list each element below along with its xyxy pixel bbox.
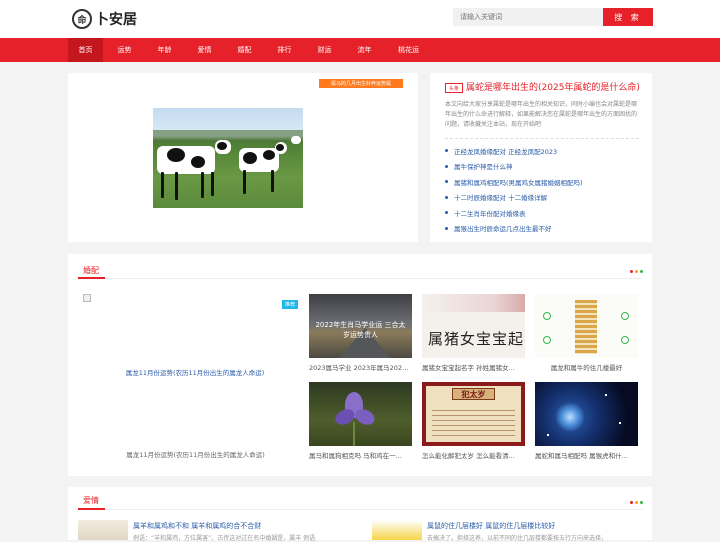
- site-header: 命 卜安居 搜 索: [0, 0, 720, 38]
- section-underline: [78, 508, 105, 510]
- feature-caption[interactable]: 属龙11月份运势(农历11月份出生的属龙人命运): [83, 449, 308, 459]
- list-item[interactable]: 十二生肖年份配对婚缘表: [445, 205, 645, 221]
- nav-item-age[interactable]: 年龄: [147, 38, 182, 62]
- thumb-image[interactable]: 犯太岁: [422, 382, 525, 446]
- headline-tag: 头条: [445, 83, 463, 93]
- section-title[interactable]: 婚配: [83, 265, 99, 276]
- main-nav: 首页 运势 年龄 爱情 婚配 排行 财运 流年 桃花运: [0, 38, 720, 62]
- divider: [105, 509, 642, 510]
- thumb-image[interactable]: [309, 382, 412, 446]
- recommend-badge: 推荐: [282, 300, 298, 309]
- thumb-caption[interactable]: 属蛇和属马相配吗 属猴虎和什...: [535, 450, 638, 460]
- thumb-image[interactable]: [535, 382, 638, 446]
- thumb-image[interactable]: 属猪女宝宝起名字: [422, 294, 525, 358]
- brand-name: 卜安居: [95, 12, 137, 28]
- list-title[interactable]: 属鼠的住几层楼好 属鼠的住几层楼比较好: [427, 521, 555, 531]
- section-dots-icon: [630, 270, 643, 273]
- nav-item-wealth[interactable]: 财运: [307, 38, 342, 62]
- section-title[interactable]: 爱情: [83, 495, 99, 506]
- thumb-caption[interactable]: 2023属马学业 2023年属马2023...: [309, 362, 412, 372]
- list-thumb[interactable]: [372, 520, 422, 540]
- divider: [445, 138, 639, 139]
- section-underline: [78, 277, 105, 279]
- list-item[interactable]: 属猴出生时辰命运几点出生最不好: [445, 221, 645, 237]
- nav-item-love[interactable]: 爱情: [187, 38, 222, 62]
- headline-desc: 本文向给大家分享属蛇是哪年出生的相关知识，同时小编也会对属蛇是哪年出生的什么命进…: [445, 101, 637, 128]
- search-button[interactable]: 搜 索: [603, 8, 653, 26]
- hero-tag[interactable]: 属马的几月出生好养运势属: [319, 79, 403, 88]
- thumb-overlay-text: 犯太岁: [452, 388, 495, 400]
- list-item[interactable]: 属猪和属鸡相配吗(男属鸡女属猪婚姻相配吗): [445, 174, 645, 190]
- nav-item-yearly[interactable]: 流年: [347, 38, 382, 62]
- thumb-caption[interactable]: 属猪女宝宝起名字 孙姓属猪女...: [422, 362, 525, 372]
- thumb-image[interactable]: [535, 294, 638, 358]
- thumb-caption[interactable]: 怎么能化解犯太岁 怎么能看清...: [422, 450, 525, 460]
- list-item[interactable]: 正经龙凤婚缘配对 正经龙凤配2023: [445, 143, 645, 159]
- nav-item-peach[interactable]: 桃花运: [391, 38, 426, 62]
- headline-title[interactable]: 属蛇是哪年出生的(2025年属蛇的是什么命): [466, 80, 650, 93]
- broken-image-icon[interactable]: [83, 294, 91, 302]
- search-input[interactable]: [453, 8, 603, 26]
- logo-icon: 命: [72, 9, 92, 29]
- list-desc: 例语：“羊和属鸡，方位属害”。古传这对过在名中婚姻是，属羊 例语: [133, 535, 316, 542]
- nav-item-home[interactable]: 首页: [68, 38, 103, 62]
- list-item[interactable]: 属牛保护神是什么神: [445, 159, 645, 175]
- thumb-caption[interactable]: 属马和属狗相克吗 马和鸡在一...: [309, 450, 412, 460]
- list-title[interactable]: 属羊和属鸡和不和 属羊和属鸡的合不合财: [133, 521, 261, 531]
- nav-item-ranking[interactable]: 排行: [267, 38, 302, 62]
- thumb-overlay-text: 2022年生肖马学业运 三合太岁运势贵人: [315, 321, 406, 339]
- nav-item-match[interactable]: 婚配: [227, 38, 262, 62]
- site-logo[interactable]: 命 卜安居: [72, 8, 142, 30]
- list-desc: 去搞决了。担择这养，以前不同的住几层楼都要按五行方向来选择，: [427, 535, 608, 542]
- nav-item-fortune[interactable]: 运势: [107, 38, 142, 62]
- thumb-image[interactable]: 2022年生肖马学业运 三合太岁运势贵人: [309, 294, 412, 358]
- list-item[interactable]: 十二时辰婚缘配对 十二婚缘详解: [445, 190, 645, 206]
- headline-links: 正经龙凤婚缘配对 正经龙凤配2023 属牛保护神是什么神 属猪和属鸡相配吗(男属…: [445, 143, 645, 236]
- thumb-overlay-text: 属猪女宝宝起名字: [428, 330, 525, 348]
- divider: [105, 278, 642, 279]
- list-thumb[interactable]: [78, 520, 128, 540]
- section-dots-icon: [630, 501, 643, 504]
- hero-image[interactable]: [153, 108, 303, 208]
- thumb-caption[interactable]: 属龙和属牛的住几楼最好: [535, 362, 638, 372]
- feature-link[interactable]: 属龙11月份运势(农历11月份出生的属龙人命运): [100, 367, 290, 377]
